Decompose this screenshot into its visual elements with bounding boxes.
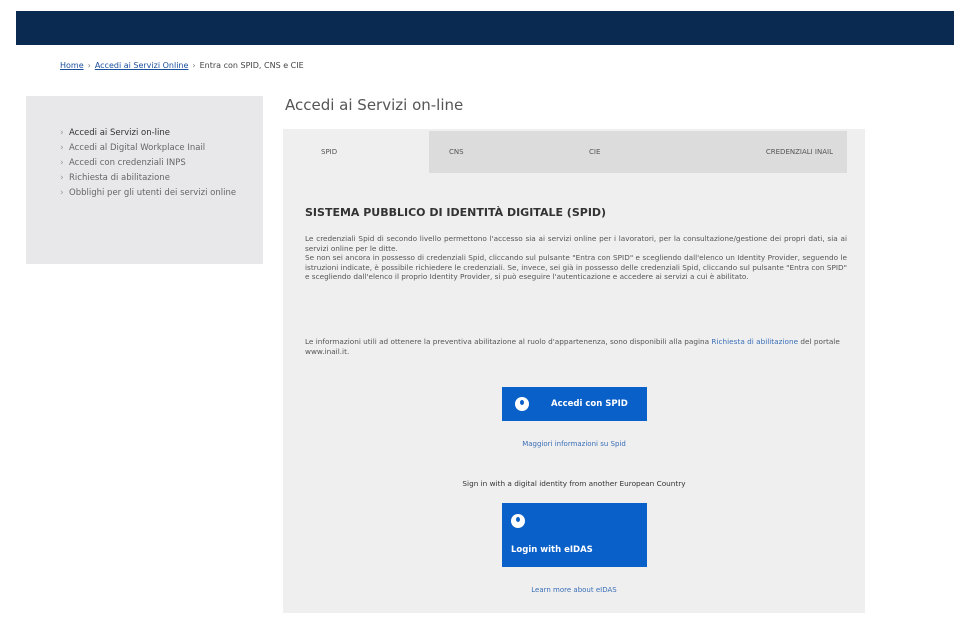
accedi-con-spid-button[interactable]: Accedi con SPID [502,387,647,421]
spid-description-paragraph: Le credenziali Spid di secondo livello p… [305,234,847,253]
tab-cie[interactable]: CIE [569,131,709,173]
spid-more-info-link[interactable]: Maggiori informazioni su Spid [283,440,865,448]
tab-cns-label: CNS [449,148,464,156]
sidebar-item-servizi-online[interactable]: Accedi ai Servizi on-line [26,127,263,139]
sidebar-item-richiesta-abilitazione[interactable]: Richiesta di abilitazione [26,172,263,184]
eidas-intro-text: Sign in with a digital identity from ano… [462,479,686,488]
sidebar-item-credenziali-inps[interactable]: Accedi con credenziali INPS [26,157,263,169]
tab-spid[interactable]: SPID [301,131,429,173]
page-title: Accedi ai Servizi on-line [285,96,464,114]
login-with-eidas-label: Login with eIDAS [511,545,593,555]
top-header-bar [16,11,954,45]
breadcrumb-separator: › [87,61,91,70]
richiesta-abilitazione-link[interactable]: Richiesta di abilitazione [711,337,798,346]
breadcrumb-current: Entra con SPID, CNS e CIE [199,61,304,70]
login-with-eidas-button[interactable]: Login with eIDAS [502,503,647,567]
tab-cns[interactable]: CNS [429,131,569,173]
login-panel: SPID CNS CIE CREDENZIALI INAIL SISTEMA P… [283,129,865,613]
sidebar-item-obblighi-utenti[interactable]: Obblighi per gli utenti dei servizi onli… [26,187,263,199]
breadcrumb-services-link[interactable]: Accedi ai Servizi Online [95,61,189,70]
breadcrumb-separator: › [192,61,196,70]
user-icon [515,397,529,411]
abilitazione-info: Le informazioni utili ad ottenere la pre… [305,337,847,356]
accedi-con-spid-label: Accedi con SPID [551,399,628,409]
spid-section-title: SISTEMA PUBBLICO DI IDENTITÀ DIGITALE (S… [305,206,607,219]
breadcrumb-home-link[interactable]: Home [60,61,84,70]
spid-description-paragraph: Se non sei ancora in possesso di credenz… [305,253,847,282]
tab-credenziali-inail[interactable]: CREDENZIALI INAIL [709,131,847,173]
spid-description: Le credenziali Spid di secondo livello p… [305,234,847,282]
eidas-learn-more-link[interactable]: Learn more about eIDAS [283,586,865,594]
user-icon [511,514,525,528]
tab-cie-label: CIE [589,148,601,156]
tab-credenziali-inail-label: CREDENZIALI INAIL [765,148,833,156]
breadcrumb: Home › Accedi ai Servizi Online › Entra con … [60,61,304,70]
sidebar-nav: Accedi ai Servizi on-line Accedi al Digi… [26,96,263,264]
login-tabs: SPID CNS CIE CREDENZIALI INAIL [301,131,847,173]
abilitazione-info-text: Le informazioni utili ad ottenere la pre… [305,337,710,346]
tab-spid-label: SPID [321,148,338,156]
sidebar-item-digital-workplace[interactable]: Accedi al Digital Workplace Inail [26,142,263,154]
